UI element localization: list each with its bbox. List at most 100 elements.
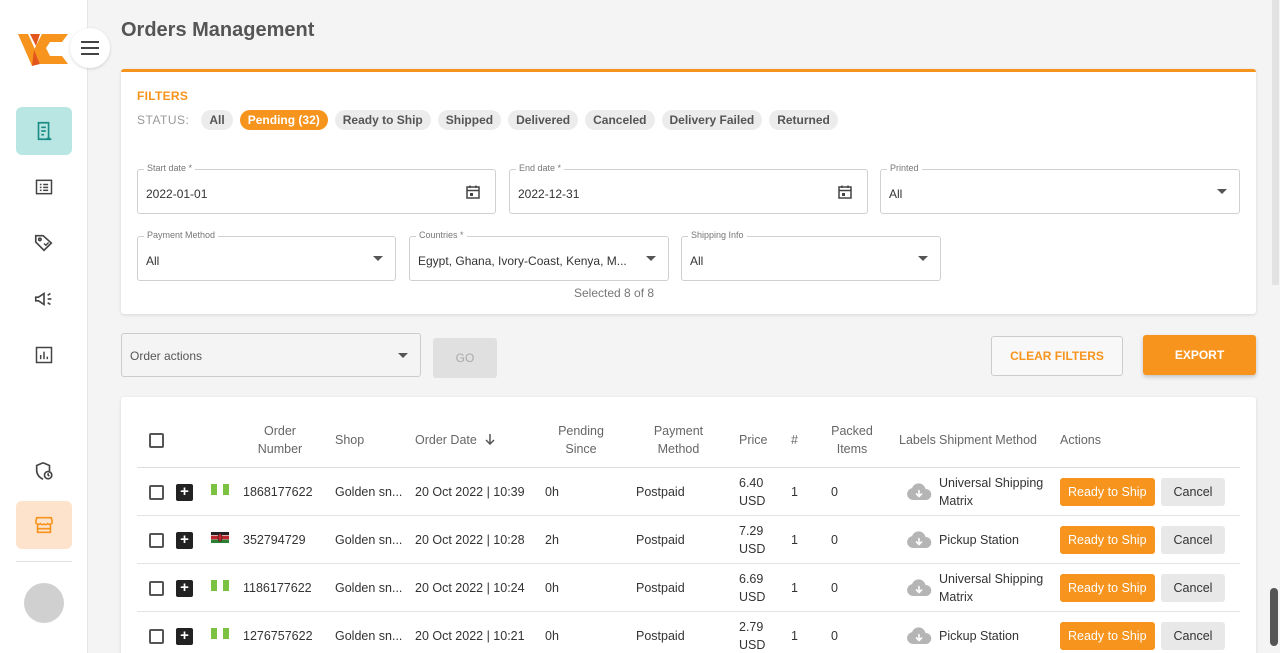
header-payment-method[interactable]: Payment Method <box>641 422 716 458</box>
ready-to-ship-button[interactable]: Ready to Ship <box>1060 526 1155 554</box>
expand-row-button[interactable]: + <box>176 580 193 597</box>
calendar-icon[interactable] <box>837 184 853 200</box>
order-number[interactable]: 1276757622 <box>243 627 313 645</box>
expand-row-button[interactable]: + <box>176 484 193 501</box>
app-logo <box>18 34 68 66</box>
megaphone-icon <box>34 291 52 307</box>
ready-to-ship-button[interactable]: Ready to Ship <box>1060 478 1155 506</box>
nav-store[interactable] <box>16 501 72 549</box>
packed-items: 0 <box>831 629 838 643</box>
shipping-info-select[interactable]: Shipping Info All <box>681 230 941 281</box>
hamburger-icon <box>81 41 99 55</box>
pending-since: 0h <box>545 485 559 499</box>
order-number[interactable]: 1868177622 <box>243 483 313 501</box>
packed-items: 0 <box>831 485 838 499</box>
cancel-button[interactable]: Cancel <box>1161 478 1225 506</box>
shipment-method-line2: Matrix <box>939 494 974 508</box>
end-date-field[interactable]: End date * 2022-12-31 <box>509 163 868 214</box>
countries-select[interactable]: Countries * Egypt, Ghana, Ivory-Coast, K… <box>409 230 669 281</box>
nav-products[interactable] <box>16 219 72 267</box>
item-count: 1 <box>791 485 798 499</box>
countries-selected-note: Selected 8 of 8 <box>574 286 655 300</box>
header-order-date[interactable]: Order Date <box>415 431 496 449</box>
page-title: Orders Management <box>121 19 315 41</box>
status-chip-delivery-failed[interactable]: Delivery Failed <box>661 110 763 130</box>
header-shop[interactable]: Shop <box>335 431 364 449</box>
order-date: 20 Oct 2022 | 10:39 <box>415 485 525 499</box>
calendar-icon[interactable] <box>465 184 481 200</box>
clear-filters-button[interactable]: CLEAR FILTERS <box>991 336 1123 376</box>
scrollbar-thumb[interactable] <box>1270 588 1278 646</box>
status-chip-all[interactable]: All <box>201 110 233 130</box>
row-checkbox[interactable] <box>149 629 164 644</box>
start-date-value: 2022-01-01 <box>146 187 208 201</box>
table-row: + 352794729 Golden sn... 20 Oct 2022 | 1… <box>137 516 1240 564</box>
expand-row-button[interactable]: + <box>176 628 193 645</box>
status-chip-ready-to-ship[interactable]: Ready to Ship <box>334 110 431 130</box>
ready-to-ship-button[interactable]: Ready to Ship <box>1060 574 1155 602</box>
table-row: + 1868177622 Golden sn... 20 Oct 2022 | … <box>137 468 1240 516</box>
price-amount: 2.79 <box>739 620 764 634</box>
header-shipment-method: Shipment Method <box>939 433 1037 447</box>
nav-promotions[interactable] <box>16 275 72 323</box>
export-button[interactable]: EXPORT <box>1143 335 1256 375</box>
chevron-down-icon <box>398 353 408 358</box>
item-count: 1 <box>791 581 798 595</box>
arrow-down-icon <box>485 434 495 446</box>
start-date-field[interactable]: Start date * 2022-01-01 <box>137 163 496 214</box>
price-currency: USD <box>739 494 766 508</box>
packed-items: 0 <box>831 581 838 595</box>
shipment-method-line1: Universal Shipping <box>939 476 1044 490</box>
status-chip-pending[interactable]: Pending (32) <box>239 110 328 130</box>
end-date-label: End date * <box>516 163 565 173</box>
avatar[interactable] <box>24 583 64 623</box>
order-number[interactable]: 352794729 <box>243 531 306 549</box>
shipping-info-label: Shipping Info <box>688 230 747 240</box>
row-checkbox[interactable] <box>149 533 164 548</box>
menu-toggle-button[interactable] <box>70 28 110 68</box>
status-chip-shipped[interactable]: Shipped <box>437 110 502 130</box>
price-amount: 7.29 <box>739 524 764 538</box>
shop-name: Golden sn... <box>335 581 403 595</box>
nav-reports[interactable] <box>16 331 72 379</box>
cancel-button[interactable]: Cancel <box>1161 526 1225 554</box>
cancel-button[interactable]: Cancel <box>1161 574 1225 602</box>
order-actions-select[interactable]: Order actions <box>121 333 421 377</box>
cancel-button[interactable]: Cancel <box>1161 622 1225 650</box>
item-count: 1 <box>791 629 798 643</box>
nigeria-flag-icon <box>211 628 229 639</box>
payment-method: Postpaid <box>636 533 685 547</box>
price-currency: USD <box>739 542 766 556</box>
nav-orders[interactable] <box>16 107 72 155</box>
status-chip-canceled[interactable]: Canceled <box>585 110 655 130</box>
payment-method-select[interactable]: Payment Method All <box>137 230 396 281</box>
nav-security[interactable] <box>16 447 72 495</box>
price-currency: USD <box>739 638 766 652</box>
row-checkbox[interactable] <box>149 485 164 500</box>
shipping-info-value: All <box>690 254 704 268</box>
header-actions: Actions <box>1060 433 1101 447</box>
go-button[interactable]: GO <box>433 338 497 378</box>
order-number[interactable]: 1186177622 <box>243 579 312 597</box>
price-amount: 6.69 <box>739 572 764 586</box>
cloud-download-icon[interactable] <box>906 531 932 549</box>
nigeria-flag-icon <box>211 580 229 591</box>
row-checkbox[interactable] <box>149 581 164 596</box>
nav-list[interactable] <box>16 163 72 211</box>
cloud-download-icon[interactable] <box>906 627 932 645</box>
price-amount: 6.40 <box>739 476 764 490</box>
status-chip-returned[interactable]: Returned <box>769 110 838 130</box>
header-order-number[interactable]: Order Number <box>249 422 311 458</box>
status-chip-delivered[interactable]: Delivered <box>508 110 579 130</box>
cloud-download-icon[interactable] <box>906 579 932 597</box>
sidebar <box>0 0 88 653</box>
select-all-checkbox[interactable] <box>149 433 164 448</box>
expand-row-button[interactable]: + <box>176 532 193 549</box>
ready-to-ship-button[interactable]: Ready to Ship <box>1060 622 1155 650</box>
cloud-download-icon[interactable] <box>906 483 932 501</box>
printed-select[interactable]: Printed All <box>880 163 1240 214</box>
header-price[interactable]: Price <box>739 431 767 449</box>
header-pending-since[interactable]: Pending Since <box>551 422 611 458</box>
payment-method: Postpaid <box>636 485 685 499</box>
status-filter-row: STATUS: All Pending (32) Ready to Ship S… <box>137 110 838 130</box>
